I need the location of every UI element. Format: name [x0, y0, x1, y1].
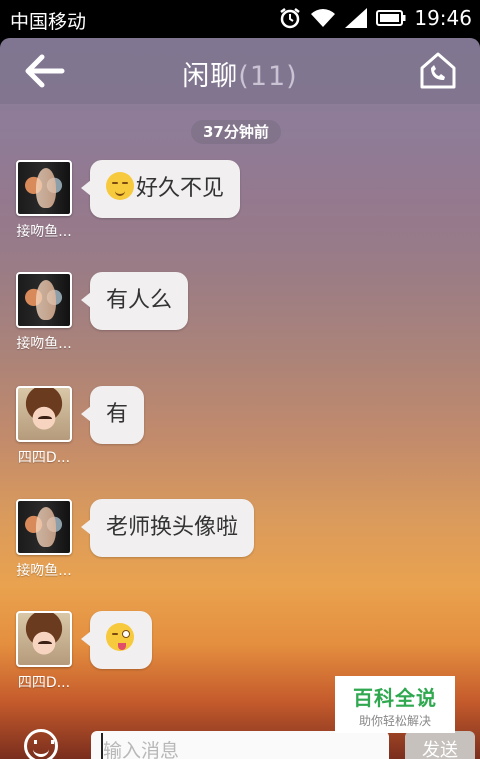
clock: 19:46: [414, 6, 472, 30]
message-timestamp: 37分钟前: [191, 120, 281, 144]
status-icons: 19:46: [278, 6, 472, 30]
sender-name: 接吻鱼...: [16, 336, 72, 352]
message-text: 有: [106, 402, 129, 427]
message-text: 好久不见: [136, 176, 225, 201]
chat-name: 闲聊: [182, 61, 239, 92]
sender-name: 四四D...: [17, 450, 71, 466]
message-text: 老师换头像啦: [106, 515, 239, 540]
title-bar: 闲聊(11): [0, 38, 480, 104]
message-bubble[interactable]: 有: [80, 386, 145, 444]
smiley-icon[interactable]: [24, 729, 58, 759]
signal-icon: [345, 8, 368, 28]
message-bubble[interactable]: 有人么: [80, 272, 189, 330]
member-count: (11): [238, 61, 298, 92]
message-bubble[interactable]: 老师换头像啦: [80, 499, 255, 557]
page-title: 闲聊(11): [0, 54, 480, 93]
watermark-title: 百科全说: [353, 686, 437, 710]
message-bubble[interactable]: 好久不见: [80, 160, 241, 218]
sender-name: 接吻鱼...: [16, 563, 72, 579]
sender-name: 四四D...: [17, 675, 71, 691]
message-text: 有人么: [106, 288, 173, 313]
group-home-button[interactable]: [418, 50, 458, 90]
send-button[interactable]: 发送: [405, 731, 475, 759]
avatar[interactable]: [16, 386, 72, 442]
message-input[interactable]: [91, 731, 389, 759]
sender-name: 接吻鱼...: [16, 224, 72, 240]
house-phone-icon: [420, 52, 456, 89]
alarm-icon: [280, 8, 301, 29]
avatar[interactable]: [16, 611, 72, 667]
avatar[interactable]: [16, 272, 72, 328]
watermark-subtitle: 助你轻松解决: [358, 714, 431, 728]
text-cursor: [101, 733, 103, 759]
winking-tongue-face-icon: [106, 623, 134, 651]
relieved-face-icon: [106, 172, 134, 200]
carrier-name: 中国移动: [10, 11, 87, 33]
message-bubble[interactable]: [81, 611, 152, 669]
avatar[interactable]: [16, 499, 72, 555]
status-bar: 中国移动 19:46: [0, 0, 480, 38]
wifi-icon: [311, 9, 336, 27]
battery-icon: [376, 10, 406, 26]
watermark-logo: 百科全说 助你轻松解决: [335, 676, 455, 733]
avatar[interactable]: [16, 160, 72, 216]
chat-screen: 闲聊(11) 37分钟前 接吻鱼... 好久不见 接吻鱼... 有人么 四四D.…: [0, 38, 480, 759]
